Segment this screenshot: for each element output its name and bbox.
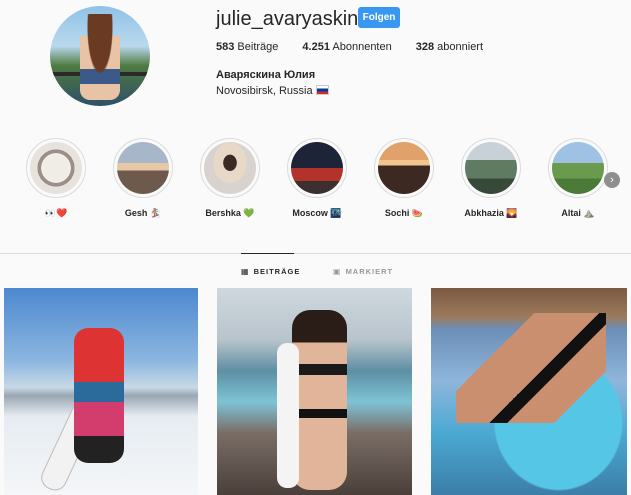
profile-location: Novosibirsk, Russia	[216, 85, 329, 97]
person-shape	[456, 313, 606, 423]
posts-count: 583	[216, 41, 235, 53]
followers-count: 4.251	[302, 41, 330, 53]
following-count: 328	[415, 41, 435, 53]
grid-icon: ▦	[241, 267, 250, 276]
post-thumbnail[interactable]	[217, 288, 412, 495]
highlight-label: Altai ⛰️	[561, 208, 595, 218]
avatar-photo-person	[80, 14, 120, 100]
profile-avatar[interactable]	[50, 6, 150, 106]
highlight-item[interactable]: Sochi 🍉	[364, 138, 444, 219]
tab-tagged[interactable]: ▣ MARKIERT	[333, 267, 393, 276]
robe-shape	[277, 343, 299, 488]
followers-label: Abonnenten	[332, 41, 392, 53]
highlight-ring	[113, 138, 173, 198]
highlight-label: Gesh 🏂	[124, 208, 162, 218]
highlight-item[interactable]: Moscow 🌃	[277, 138, 357, 219]
highlight-label: Moscow 🌃	[292, 208, 342, 218]
tabs-divider	[0, 253, 631, 254]
highlight-cover	[378, 142, 430, 194]
profile-stats: 583 Beiträge 4.251 Abonnenten 328 abonni…	[216, 41, 507, 53]
highlight-cover	[117, 142, 169, 194]
tab-posts[interactable]: ▦ BEITRÄGE	[241, 267, 300, 276]
active-tab-indicator	[241, 253, 294, 254]
highlight-item[interactable]: Gesh 🏂	[103, 138, 183, 219]
highlight-item[interactable]: Bershka 💚	[190, 138, 270, 219]
posts-label: Beiträge	[237, 41, 279, 53]
location-text: Novosibirsk, Russia	[216, 85, 313, 97]
tab-tagged-label: MARKIERT	[345, 267, 394, 276]
follow-button[interactable]: Folgen	[358, 7, 400, 28]
highlight-ring	[374, 138, 434, 198]
highlight-label: Abkhazia 🌄	[464, 208, 518, 218]
post-thumbnail[interactable]	[431, 288, 627, 495]
highlight-cover	[465, 142, 517, 194]
highlight-label: 👀❤️	[44, 208, 68, 218]
story-highlights: 👀❤️ Gesh 🏂 Bershka 💚 Moscow 🌃 Sochi 🍉 Ab…	[0, 138, 631, 228]
profile-username: julie_avaryaskina	[216, 8, 370, 30]
highlight-ring	[287, 138, 347, 198]
snowboarder-shape	[74, 328, 124, 463]
stat-posts: 583 Beiträge	[216, 41, 278, 53]
highlight-cover	[552, 142, 604, 194]
person-shape	[292, 310, 347, 490]
tab-posts-label: BEITRÄGE	[253, 267, 301, 276]
highlight-cover	[30, 142, 82, 194]
highlight-ring	[548, 138, 608, 198]
profile-full-name: Аваряскина Юлия	[216, 69, 316, 81]
highlight-ring	[26, 138, 86, 198]
highlight-item[interactable]: 👀❤️	[16, 138, 96, 219]
highlight-item[interactable]: Abkhazia 🌄	[451, 138, 531, 219]
highlight-ring	[200, 138, 260, 198]
profile-header: julie_avaryaskina Folgen 583 Beiträge 4.…	[0, 0, 631, 130]
tagged-icon: ▣	[333, 267, 342, 276]
highlight-ring	[461, 138, 521, 198]
stat-following[interactable]: 328 abonniert	[416, 41, 483, 53]
highlight-label: Sochi 🍉	[384, 208, 424, 218]
stat-followers[interactable]: 4.251 Abonnenten	[302, 41, 391, 53]
chevron-right-icon[interactable]: ›	[604, 172, 620, 188]
following-label: abonniert	[437, 41, 484, 53]
highlight-cover	[204, 142, 256, 194]
post-thumbnail[interactable]	[4, 288, 198, 495]
highlight-label: Bershka 💚	[205, 208, 255, 218]
highlight-cover	[291, 142, 343, 194]
russia-flag-icon	[315, 85, 329, 95]
